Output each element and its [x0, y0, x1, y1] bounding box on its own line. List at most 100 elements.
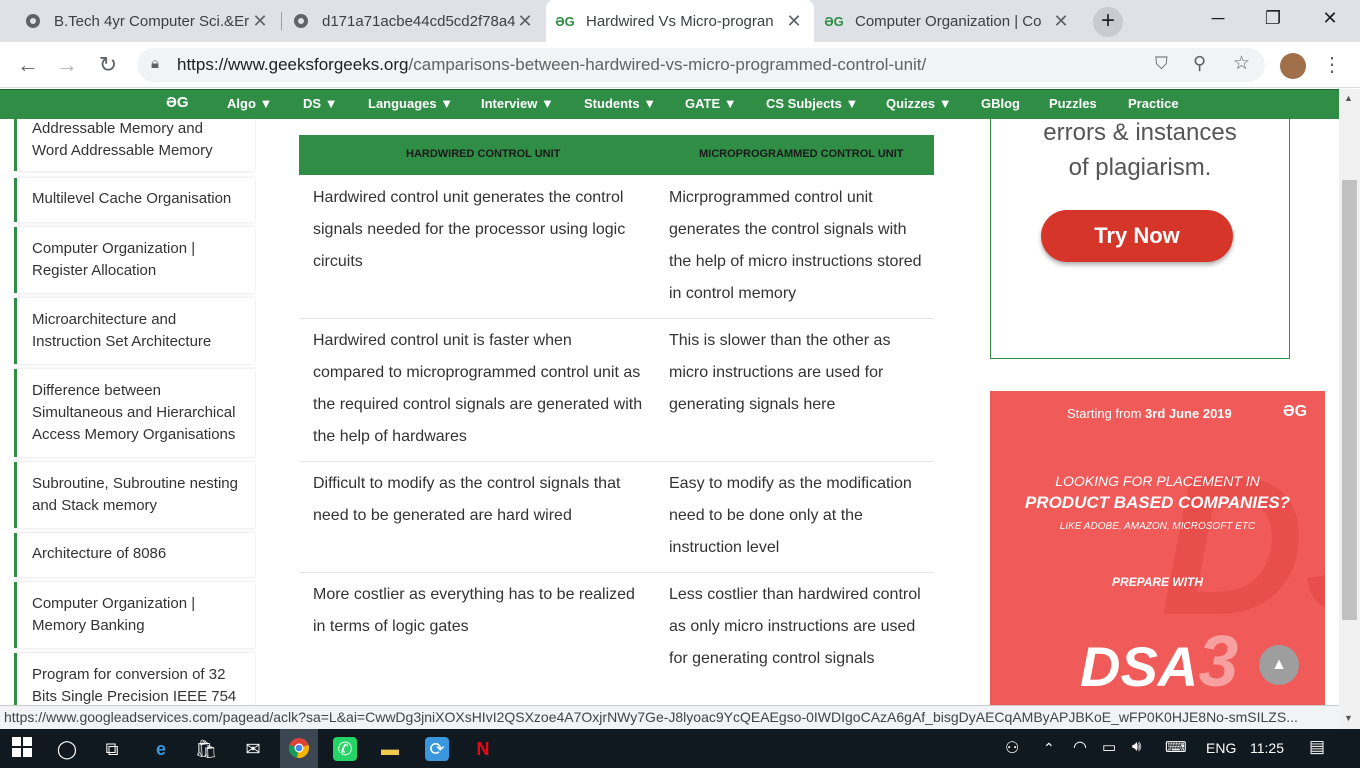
sidebar-item[interactable]: Computer Organization | Register Allocat… [14, 227, 255, 293]
shield-blocked-icon[interactable]: ⛉ [1155, 54, 1168, 74]
sidebar-item-label: Microarchitecture and Instruction Set Ar… [32, 311, 212, 350]
nav-item-ds[interactable]: DS ▼ [303, 96, 338, 111]
browser-tab-active[interactable]: ƏG Hardwired Vs Micro-progran ✕ [546, 0, 814, 42]
photos-icon[interactable]: ⟳ [425, 737, 449, 761]
table-cell: This is slower than the other as micro i… [669, 332, 891, 413]
edge-icon[interactable]: e [149, 737, 173, 761]
table-row: More costlier as everything has to be re… [299, 573, 934, 713]
sidebar-item[interactable]: Program for conversion of 32 Bits Single… [14, 653, 255, 705]
nav-item-gate[interactable]: GATE ▼ [685, 96, 737, 111]
netflix-icon[interactable]: N [471, 737, 495, 761]
nav-item-quizzes[interactable]: Quizzes ▼ [886, 96, 952, 111]
ad-line: LIKE ADOBE, AMAZON, MICROSOFT ETC [1059, 521, 1256, 532]
browser-tab[interactable]: ƏG Computer Organization | Co ✕ [815, 0, 1081, 42]
column-header: HARDWIRED CONTROL UNIT [406, 148, 561, 160]
sidebar-item-label: Subroutine, Subroutine nesting and Stack… [32, 475, 238, 514]
tab-title: B.Tech 4yr Computer Sci.&Er [54, 12, 250, 30]
gfg-logo-icon: ƏG [824, 13, 844, 29]
close-tab-icon[interactable]: ✕ [515, 11, 535, 32]
scrollbar-thumb[interactable] [1342, 180, 1357, 620]
chevron-up-icon[interactable]: ⌃ [1043, 740, 1055, 757]
scroll-up-icon[interactable]: ▲ [1344, 93, 1353, 103]
site-nav: ƏG Algo ▼ DS ▼ Languages ▼ Interview ▼ S… [0, 89, 1339, 119]
nav-item-students[interactable]: Students ▼ [584, 96, 656, 111]
search-circle-icon[interactable]: ◯ [55, 737, 79, 761]
sidebar-item-label: Difference between Simultaneous and Hier… [32, 382, 236, 443]
wifi-icon[interactable]: ◠ [1073, 737, 1087, 757]
toolbar: ← → ↻ 🔒︎ https://www.geeksforgeeks.org/c… [0, 42, 1360, 88]
whatsapp-icon[interactable]: ✆ [333, 737, 357, 761]
globe-icon [24, 12, 42, 30]
file-explorer-icon[interactable]: ▬ [378, 737, 402, 761]
related-articles-sidebar: Addressable Memory and Word Addressable … [14, 119, 256, 705]
minimize-icon[interactable]: ─ [1198, 8, 1238, 29]
table-row: Hardwired control unit is faster when co… [299, 319, 934, 462]
keyboard-icon[interactable]: ⌨ [1165, 738, 1187, 756]
tab-title: d171a71acbe44cd5cd2f78a4 [322, 12, 515, 30]
sidebar-item[interactable]: Computer Organization | Memory Banking [14, 582, 255, 648]
column-header: MICROPROGRAMMED CONTROL UNIT [699, 148, 904, 160]
scroll-to-top-button[interactable]: ▲ [1259, 645, 1299, 685]
close-tab-icon[interactable]: ✕ [784, 11, 804, 32]
sidebar-item-label: Computer Organization | Register Allocat… [32, 240, 196, 279]
menu-icon[interactable]: ⋮ [1318, 52, 1346, 77]
battery-icon[interactable]: ▭ [1102, 738, 1116, 756]
ad-line: LOOKING FOR PLACEMENT IN [1055, 473, 1260, 489]
lock-icon: 🔒︎ [151, 55, 159, 72]
mail-icon[interactable]: ✉ [241, 737, 265, 761]
avatar[interactable] [1280, 53, 1306, 79]
nav-item-gblog[interactable]: GBlog [981, 96, 1020, 111]
sidebar-item-label: Addressable Memory and Word Addressable … [32, 120, 213, 159]
browser-tab[interactable]: d171a71acbe44cd5cd2f78a4 ✕ [282, 0, 545, 42]
chrome-icon[interactable] [280, 729, 318, 768]
nav-item-interview[interactable]: Interview ▼ [481, 96, 554, 111]
sidebar-item[interactable]: Multilevel Cache Organisation [14, 178, 255, 222]
status-bar-url: https://www.googleadservices.com/pagead/… [0, 705, 1339, 729]
scroll-down-icon[interactable]: ▼ [1344, 713, 1353, 723]
people-icon[interactable]: ⚇ [1005, 738, 1019, 758]
gfg-logo-icon: ƏG [1283, 403, 1308, 420]
bookmark-star-icon[interactable]: ☆ [1233, 52, 1250, 75]
browser-tab[interactable]: B.Tech 4yr Computer Sci.&Er ✕ [14, 0, 280, 42]
try-now-button[interactable]: Try Now [1041, 210, 1233, 262]
nav-item-practice[interactable]: Practice [1128, 96, 1179, 111]
ad-date-value: 3rd June 2019 [1145, 406, 1232, 421]
nav-item-algo[interactable]: Algo ▼ [227, 96, 272, 111]
table-cell: More costlier as everything has to be re… [313, 586, 635, 635]
sidebar-item[interactable]: Difference between Simultaneous and Hier… [14, 369, 255, 457]
sidebar-item[interactable]: Microarchitecture and Instruction Set Ar… [14, 298, 255, 364]
close-tab-icon[interactable]: ✕ [1051, 11, 1071, 32]
forward-icon[interactable]: → [53, 52, 81, 78]
nav-item-puzzles[interactable]: Puzzles [1049, 96, 1097, 111]
nav-item-languages[interactable]: Languages ▼ [368, 96, 453, 111]
sidebar-item-label: Program for conversion of 32 Bits Single… [32, 666, 237, 705]
windows-start-icon[interactable] [10, 737, 34, 761]
reload-icon[interactable]: ↻ [94, 52, 122, 78]
close-window-icon[interactable]: ✕ [1310, 8, 1350, 29]
volume-icon[interactable]: 🔊︎ [1132, 738, 1141, 755]
address-bar[interactable]: 🔒︎ https://www.geeksforgeeks.org/campari… [137, 48, 1265, 82]
windows-taskbar: ◯ ⧉ e 🛍︎ ✉ ✆ ▬ ⟳ N ⚇ ⌃ ◠ ▭ 🔊︎ ⌨ ENG 11:2… [0, 729, 1360, 768]
sidebar-item[interactable]: Architecture of 8086 [14, 533, 255, 577]
ad-brand-num: 3 [1198, 622, 1239, 702]
promo-text: errors & instances [1043, 119, 1237, 146]
promo-text: of plagiarism. [1068, 154, 1212, 181]
language-indicator[interactable]: ENG [1206, 740, 1236, 756]
url-path: /camparisons-between-hardwired-vs-micro-… [408, 55, 927, 74]
new-tab-button[interactable]: + [1093, 7, 1123, 37]
sidebar-item[interactable]: Addressable Memory and Word Addressable … [14, 119, 255, 171]
url-host: https://www.geeksforgeeks.org [177, 55, 409, 74]
zoom-icon[interactable]: ⚲ [1193, 53, 1206, 74]
close-tab-icon[interactable]: ✕ [250, 11, 270, 32]
store-icon[interactable]: 🛍︎ [194, 737, 218, 761]
gfg-logo[interactable]: ƏG [166, 94, 189, 111]
back-icon[interactable]: ← [14, 52, 42, 78]
clock[interactable]: 11:25 [1250, 740, 1284, 756]
table-cell: Less costlier than hardwired control as … [669, 586, 921, 667]
task-view-icon[interactable]: ⧉ [100, 737, 124, 761]
tab-strip: B.Tech 4yr Computer Sci.&Er ✕ d171a71acb… [0, 0, 1360, 42]
sidebar-item[interactable]: Subroutine, Subroutine nesting and Stack… [14, 462, 255, 528]
notifications-icon[interactable]: ▤ [1309, 737, 1325, 757]
nav-item-cs-subjects[interactable]: CS Subjects ▼ [766, 96, 858, 111]
maximize-icon[interactable]: ❐ [1253, 8, 1293, 29]
